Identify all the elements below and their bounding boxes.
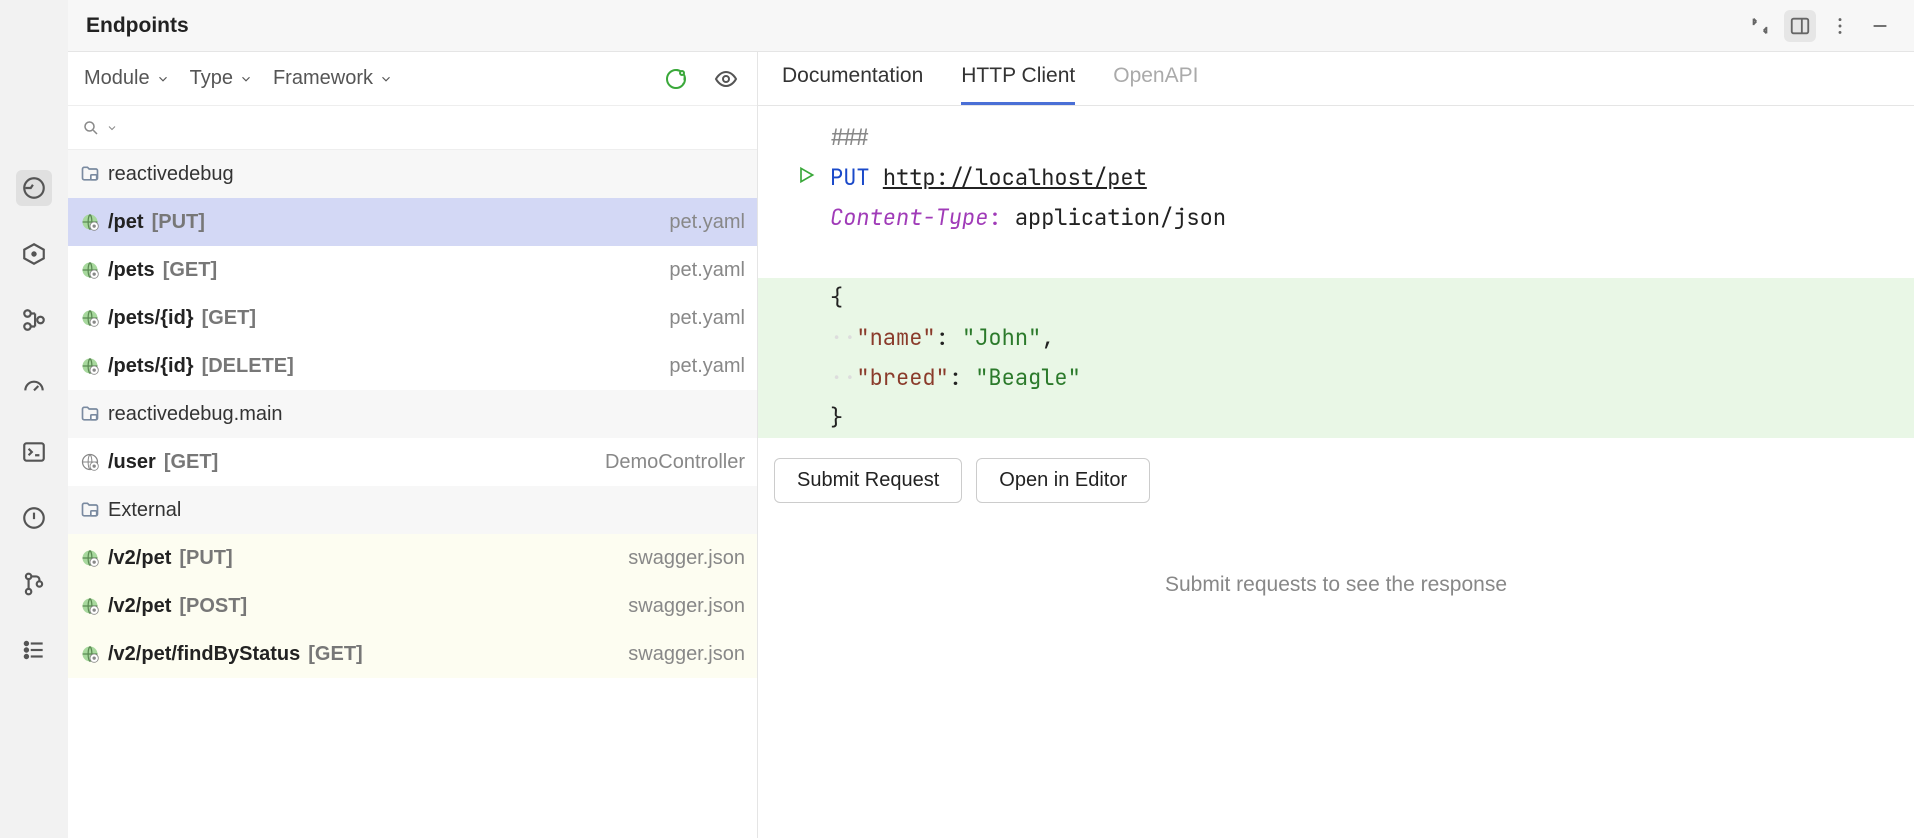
endpoint-group[interactable]: reactivedebug	[68, 150, 757, 198]
endpoint-path: /pets/{id}	[108, 355, 194, 378]
profiler-tool-icon[interactable]	[16, 368, 52, 404]
preview-icon[interactable]	[711, 64, 741, 94]
endpoint-method: [GET]	[202, 307, 256, 330]
endpoint-method: [POST]	[179, 595, 247, 618]
endpoint-list: reactivedebug/pet [PUT] pet.yaml/pets [GE…	[68, 150, 757, 838]
endpoint-path: /v2/pet	[108, 547, 171, 570]
body-key-breed: "breed"	[856, 363, 948, 392]
endpoint-path: /pet	[108, 211, 144, 234]
framework-filter[interactable]: Framework	[273, 67, 393, 90]
endpoint-path: /pets	[108, 259, 155, 282]
endpoint-row[interactable]: /pets/{id} [DELETE] pet.yaml	[68, 342, 757, 390]
http-url: http://localhost/pet	[883, 163, 1147, 192]
http-header-name: Content-Type	[830, 203, 988, 232]
structure-tool-icon[interactable]	[16, 302, 52, 338]
export-icon[interactable]	[1744, 10, 1776, 42]
endpoint-path: /v2/pet/findByStatus	[108, 643, 300, 666]
endpoint-row[interactable]: /user [GET] DemoController	[68, 438, 757, 486]
endpoint-method: [DELETE]	[202, 355, 294, 378]
endpoints-tool-icon[interactable]	[16, 170, 52, 206]
more-icon[interactable]	[1824, 10, 1856, 42]
group-label: External	[108, 499, 181, 522]
tab-documentation[interactable]: Documentation	[782, 64, 923, 105]
module-filter-label: Module	[84, 67, 150, 90]
endpoint-path: /v2/pet	[108, 595, 171, 618]
minimize-icon[interactable]	[1864, 10, 1896, 42]
endpoint-group[interactable]: reactivedebug.main	[68, 390, 757, 438]
framework-filter-label: Framework	[273, 67, 373, 90]
endpoint-method: [GET]	[164, 451, 218, 474]
endpoint-row[interactable]: /v2/pet [POST] swagger.json	[68, 582, 757, 630]
body-open-brace: {	[830, 283, 843, 312]
endpoint-source: pet.yaml	[669, 355, 745, 378]
problems-tool-icon[interactable]	[16, 500, 52, 536]
endpoint-sidebar: Module Type Framework	[68, 52, 758, 838]
layout-toggle-icon[interactable]	[1784, 10, 1816, 42]
endpoint-source: pet.yaml	[669, 259, 745, 282]
open-in-editor-button[interactable]: Open in Editor	[976, 458, 1150, 503]
group-label: reactivedebug	[108, 163, 234, 186]
body-close-brace: }	[830, 403, 843, 432]
http-header-value: application/json	[1015, 203, 1226, 232]
module-filter[interactable]: Module	[84, 67, 170, 90]
type-filter-label: Type	[190, 67, 233, 90]
endpoint-path: /pets/{id}	[108, 307, 194, 330]
body-key-name: "name"	[856, 323, 935, 352]
panel-header: Endpoints	[68, 0, 1914, 52]
detail-tabs: Documentation HTTP Client OpenAPI	[758, 52, 1914, 106]
endpoint-method: [GET]	[308, 643, 362, 666]
endpoint-method: [GET]	[163, 259, 217, 282]
http-editor[interactable]: ### PUT http://localhost/pet Content-Typ…	[758, 106, 1914, 438]
run-icon[interactable]	[796, 158, 816, 198]
endpoint-row[interactable]: /v2/pet/findByStatus [GET] swagger.json	[68, 630, 757, 678]
endpoint-source: swagger.json	[628, 547, 745, 570]
group-label: reactivedebug.main	[108, 403, 283, 426]
body-val-breed: "Beagle"	[975, 363, 1081, 392]
endpoint-row[interactable]: /pets [GET] pet.yaml	[68, 246, 757, 294]
todo-tool-icon[interactable]	[16, 632, 52, 668]
coverage-icon[interactable]	[661, 64, 691, 94]
tab-openapi[interactable]: OpenAPI	[1113, 64, 1198, 105]
endpoint-method: [PUT]	[152, 211, 205, 234]
endpoint-row[interactable]: /pet [PUT] pet.yaml	[68, 198, 757, 246]
request-separator: ###	[830, 123, 870, 152]
endpoint-source: pet.yaml	[669, 307, 745, 330]
endpoint-path: /user	[108, 451, 156, 474]
panel-title: Endpoints	[86, 14, 1744, 38]
tab-http-client[interactable]: HTTP Client	[961, 64, 1075, 105]
vcs-tool-icon[interactable]	[16, 566, 52, 602]
http-method: PUT	[830, 163, 870, 192]
detail-panel: Documentation HTTP Client OpenAPI ### PUT …	[758, 52, 1914, 838]
endpoint-row[interactable]: /pets/{id} [GET] pet.yaml	[68, 294, 757, 342]
type-filter[interactable]: Type	[190, 67, 253, 90]
endpoint-row[interactable]: /v2/pet [PUT] swagger.json	[68, 534, 757, 582]
submit-request-button[interactable]: Submit Request	[774, 458, 962, 503]
endpoint-source: DemoController	[605, 451, 745, 474]
tool-rail	[0, 0, 68, 838]
endpoint-source: pet.yaml	[669, 211, 745, 234]
endpoint-method: [PUT]	[179, 547, 232, 570]
search-input[interactable]	[68, 106, 757, 150]
endpoint-source: swagger.json	[628, 643, 745, 666]
endpoint-group[interactable]: External	[68, 486, 757, 534]
response-hint: Submit requests to see the response	[758, 573, 1914, 597]
services-tool-icon[interactable]	[16, 236, 52, 272]
terminal-tool-icon[interactable]	[16, 434, 52, 470]
endpoint-source: swagger.json	[628, 595, 745, 618]
body-val-name: "John"	[962, 323, 1041, 352]
